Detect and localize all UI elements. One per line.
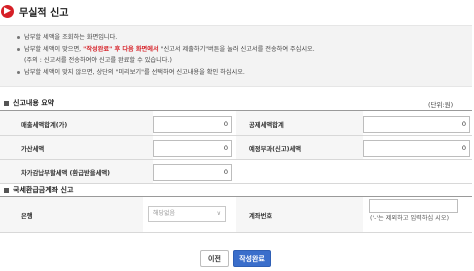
sales-tax-total-label: 매출세액합계(가) bbox=[21, 122, 68, 129]
square-bullet-icon bbox=[4, 187, 9, 193]
notice-line-3: (주의 : 신고서를 전송하여야 신고를 완료할 수 있습니다.) bbox=[24, 57, 172, 64]
row-divider bbox=[0, 135, 472, 136]
bank-select[interactable]: 해당없음 ∨ bbox=[148, 206, 226, 222]
page-title: 무실적 신고 bbox=[19, 7, 69, 19]
sales-tax-total-field[interactable]: 0 bbox=[153, 116, 232, 133]
bullet-icon bbox=[17, 47, 20, 51]
account-number-input[interactable] bbox=[369, 199, 458, 213]
refund-heading: 국세환급금계좌 신고 bbox=[4, 185, 73, 195]
row-divider bbox=[0, 159, 472, 160]
bullet-icon bbox=[17, 35, 20, 39]
net-payable-tax-field[interactable]: 0 bbox=[153, 164, 232, 181]
unit-label: (단위:원) bbox=[428, 101, 454, 109]
account-number-hint: ('-'는 제외하고 입력하십 시오) bbox=[370, 215, 449, 222]
scheduled-tax-field[interactable]: 0 bbox=[363, 140, 470, 157]
chevron-down-icon: ∨ bbox=[216, 210, 221, 217]
deduction-tax-total-label: 공제세액합계 bbox=[249, 122, 284, 129]
scheduled-tax-label: 예정부과(신고)세액 bbox=[249, 146, 302, 153]
square-bullet-icon bbox=[4, 100, 9, 106]
account-number-label: 계좌번호 bbox=[249, 213, 273, 220]
summary-heading: 신고내용 요약 bbox=[4, 98, 54, 108]
notice-box: 납부할 세액을 조회하는 화면입니다. 납부할 세액이 맞으면, "작성완료" … bbox=[0, 25, 472, 87]
additional-tax-field[interactable]: 0 bbox=[153, 140, 232, 157]
refund-table-bottom-border bbox=[0, 232, 472, 233]
additional-tax-label: 가산세액 bbox=[21, 146, 45, 153]
notice-line-4: 납부할 세액이 맞지 않으면, 상단의 "미리보기"를 선택하여 신고내용을 확… bbox=[17, 69, 245, 77]
table-bottom-border bbox=[0, 183, 472, 184]
refund-table-top-border bbox=[0, 196, 472, 197]
bank-label: 은행 bbox=[21, 213, 33, 220]
notice-highlight: "작성완료" 후 다음 화면에서 bbox=[83, 46, 159, 53]
prev-button[interactable]: 이전 bbox=[200, 250, 229, 267]
notice-line-1: 납부할 세액을 조회하는 화면입니다. bbox=[17, 34, 117, 42]
page-title-row: ▶ 무실적 신고 bbox=[0, 3, 68, 19]
complete-button[interactable]: 작성완료 bbox=[233, 250, 271, 267]
play-icon: ▶ bbox=[1, 4, 14, 18]
deduction-tax-total-field[interactable]: 0 bbox=[363, 116, 470, 133]
bullet-icon bbox=[17, 70, 20, 74]
table-top-border bbox=[0, 110, 472, 111]
notice-line-2: 납부할 세액이 맞으면, "작성완료" 후 다음 화면에서 "신고서 제출하기"… bbox=[17, 46, 315, 54]
net-payable-tax-label: 차가감납부할세액 (환급받을세액) bbox=[21, 170, 111, 177]
